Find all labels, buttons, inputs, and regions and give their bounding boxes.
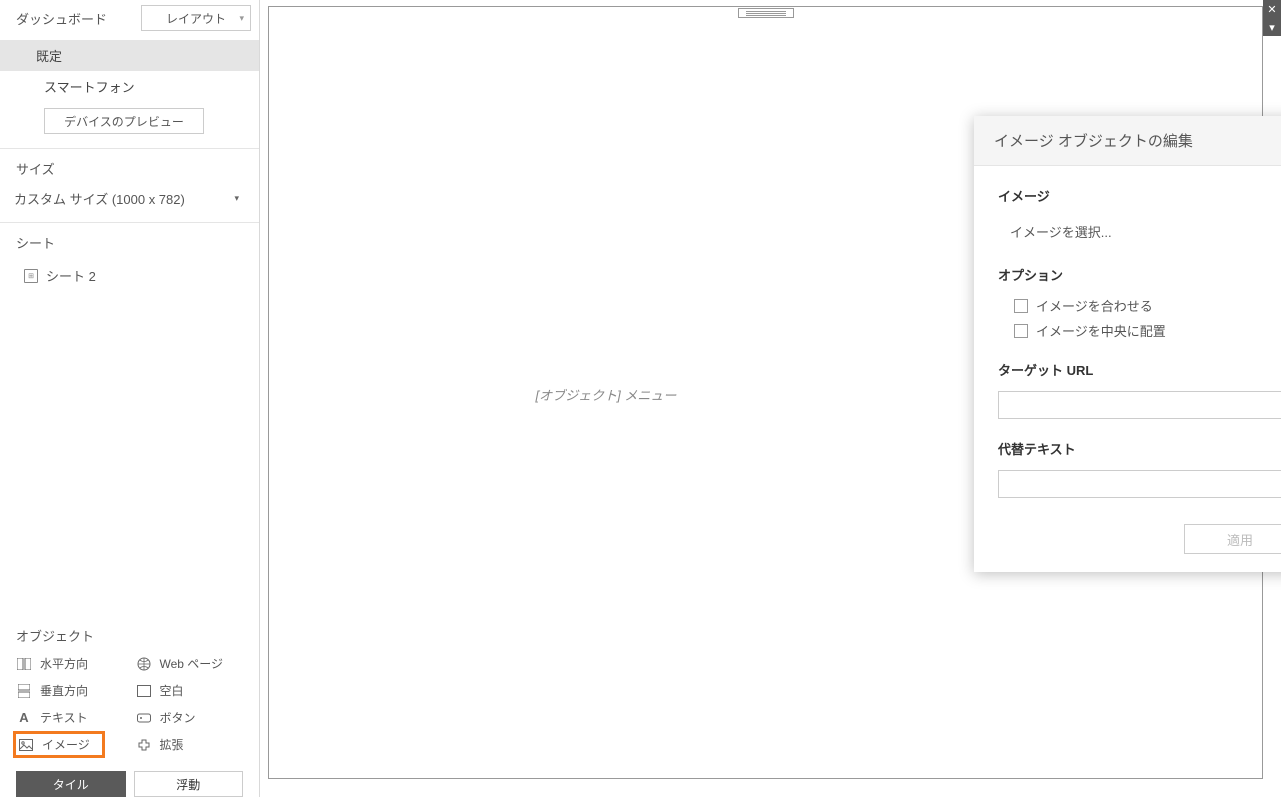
- image-select-text: イメージを選択...: [998, 222, 1281, 241]
- globe-icon: [136, 656, 152, 672]
- sheet-name: シート 2: [46, 266, 96, 285]
- device-preview-button[interactable]: デバイスのプレビュー: [44, 108, 204, 134]
- tab-dashboard[interactable]: ダッシュボード: [0, 1, 123, 36]
- sheet-section-label: シート: [0, 223, 259, 256]
- tab-layout-select[interactable]: レイアウト ▾: [141, 5, 251, 31]
- float-tab[interactable]: 浮動: [134, 771, 244, 797]
- size-select[interactable]: カスタム サイズ (1000 x 782) ▾: [14, 184, 245, 212]
- object-button[interactable]: ボタン: [136, 707, 244, 728]
- text-icon: A: [16, 710, 32, 726]
- object-image[interactable]: イメージ: [13, 731, 105, 758]
- apply-button[interactable]: 適用: [1184, 524, 1281, 554]
- canvas-placeholder-text: [オブジェクト] メニュー: [536, 385, 677, 404]
- canvas-area: [オブジェクト] メニュー ✕ ▾ イメージ オブジェクトの編集 ✕ イメージ …: [260, 0, 1281, 797]
- device-list: 既定 スマートフォン デバイスのプレビュー: [0, 36, 259, 148]
- horizontal-icon: [16, 656, 32, 672]
- dropdown-caret-icon: ▾: [239, 13, 244, 24]
- layout-mode-tabs: タイル 浮動: [0, 765, 259, 797]
- options-field-label: オプション: [998, 265, 1281, 284]
- sheet-list: ⊞ シート 2: [0, 256, 259, 618]
- tile-tab[interactable]: タイル: [16, 771, 126, 797]
- canvas-menu-button[interactable]: ▾: [1263, 18, 1281, 36]
- extension-icon: [136, 737, 152, 753]
- blank-icon: [136, 683, 152, 699]
- target-url-input[interactable]: [998, 391, 1281, 419]
- size-section-label: サイズ: [0, 149, 259, 182]
- chevron-down-icon: ▾: [234, 193, 239, 204]
- canvas-drag-handle[interactable]: [738, 8, 794, 18]
- fit-image-checkbox[interactable]: [1014, 299, 1028, 313]
- objects-section-label: オブジェクト: [16, 626, 243, 645]
- object-text[interactable]: A テキスト: [16, 707, 124, 728]
- sheet-icon: ⊞: [24, 269, 38, 283]
- objects-section: オブジェクト 水平方向 Web ページ: [0, 618, 259, 765]
- object-horizontal[interactable]: 水平方向: [16, 653, 124, 674]
- button-icon: [136, 710, 152, 726]
- close-canvas-button[interactable]: ✕: [1263, 0, 1281, 18]
- target-url-label: ターゲット URL: [998, 360, 1281, 379]
- object-blank[interactable]: 空白: [136, 680, 244, 701]
- center-image-label: イメージを中央に配置: [1036, 321, 1166, 340]
- dialog-title: イメージ オブジェクトの編集: [994, 130, 1281, 151]
- canvas-right-controls: ✕ ▾: [1263, 0, 1281, 36]
- vertical-icon: [16, 683, 32, 699]
- tab-layout-label: レイアウト: [166, 10, 226, 27]
- center-image-checkbox[interactable]: [1014, 324, 1028, 338]
- edit-image-dialog: イメージ オブジェクトの編集 ✕ イメージ イメージを選択... 選択 オプショ…: [974, 116, 1281, 572]
- image-icon: [18, 737, 34, 753]
- alt-text-label: 代替テキスト: [998, 439, 1281, 458]
- image-field-label: イメージ: [998, 186, 1281, 205]
- fit-image-label: イメージを合わせる: [1036, 296, 1153, 315]
- object-extension[interactable]: 拡張: [136, 734, 244, 755]
- device-item-smartphone[interactable]: スマートフォン: [0, 71, 259, 102]
- object-webpage[interactable]: Web ページ: [136, 653, 244, 674]
- device-item-default[interactable]: 既定: [0, 40, 259, 71]
- object-vertical[interactable]: 垂直方向: [16, 680, 124, 701]
- sidebar: ダッシュボード レイアウト ▾ 既定 スマートフォン デバイスのプレビュー サイ…: [0, 0, 260, 797]
- sheet-item[interactable]: ⊞ シート 2: [0, 260, 259, 291]
- size-value: カスタム サイズ (1000 x 782): [14, 189, 185, 208]
- alt-text-input[interactable]: [998, 470, 1281, 498]
